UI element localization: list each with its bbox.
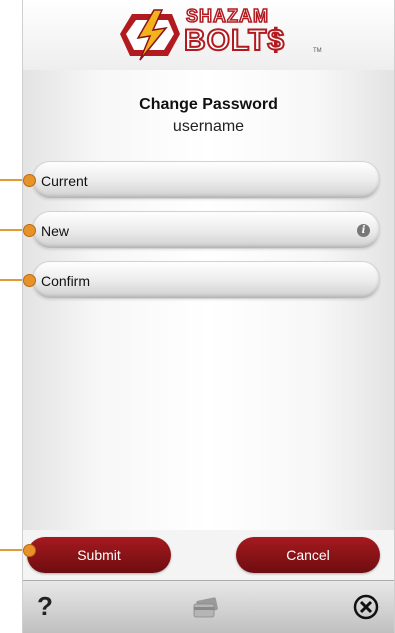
callout-dot-submit	[23, 544, 36, 557]
logo-text-bottom: BOLT$	[183, 23, 286, 58]
card-icon[interactable]	[191, 597, 221, 619]
confirm-password-placeholder: Confirm	[41, 273, 91, 289]
confirm-password-field[interactable]: Confirm	[32, 261, 380, 299]
callout-dot-confirm	[23, 274, 36, 287]
bolt-logo-icon	[120, 9, 180, 61]
username-label: username	[172, 118, 245, 135]
info-icon[interactable]: i	[357, 224, 370, 237]
new-password-placeholder: New	[41, 223, 70, 239]
close-icon[interactable]	[353, 594, 379, 620]
app-header: SHAZAM BOLT$ TM	[23, 0, 394, 71]
logo-trademark: TM	[313, 48, 322, 54]
app-screen: SHAZAM BOLT$ TM Change Password username…	[22, 0, 395, 633]
current-password-placeholder: Current	[41, 173, 88, 189]
page-title: Change Password	[139, 96, 278, 113]
help-icon[interactable]: ?	[37, 591, 53, 622]
callout-dot-current	[23, 174, 36, 187]
bottom-toolbar: ?	[23, 580, 394, 633]
cancel-button[interactable]: Cancel	[236, 537, 380, 573]
current-password-field[interactable]: Current	[32, 161, 380, 199]
main-content	[23, 70, 394, 530]
new-password-field[interactable]: New i	[32, 211, 380, 249]
submit-button[interactable]: Submit	[27, 537, 171, 573]
callout-dot-new	[23, 224, 36, 237]
